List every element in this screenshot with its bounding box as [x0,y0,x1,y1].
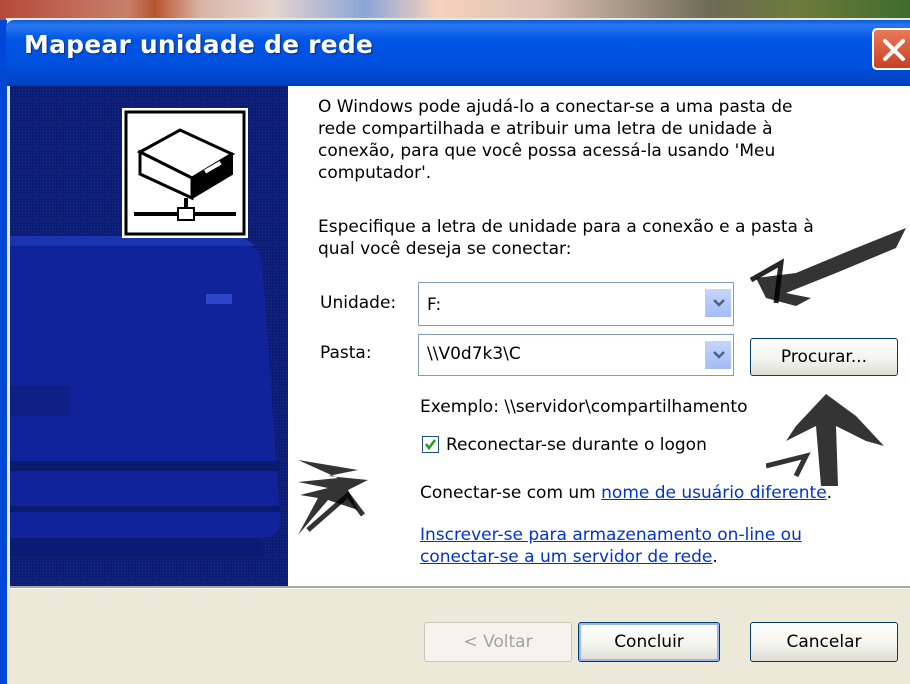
scribble-arrow-bottom-right [766,394,884,486]
footer-separator [10,586,910,589]
folder-label: Pasta: [320,343,372,363]
example-text: Exemplo: \\servidor\compartilhamento [420,397,748,417]
online-storage-block: Inscrever-se para armazenamento on-line … [420,524,802,568]
online-storage-link-line-1[interactable]: Inscrever-se para armazenamento on-line … [420,524,802,546]
scribble-arrow-top-right [749,228,906,306]
network-drive-icon [122,108,248,238]
back-button[interactable]: < Voltar [424,622,572,662]
drive-dropdown-button[interactable] [705,289,731,317]
finish-button[interactable]: Concluir [578,622,720,662]
intro-line-4: computador'. [318,163,432,183]
folder-combobox[interactable]: \\V0d7k3\C [418,334,734,376]
intro-text: O Windows pode ajudá-lo a conectar-se a … [318,96,792,184]
intro-line-1: O Windows pode ajudá-lo a conectar-se a … [318,97,793,117]
chevron-down-icon [713,351,725,359]
reconnect-checkbox[interactable] [422,436,439,453]
chevron-down-icon [713,299,725,307]
different-user-prefix: Conectar-se com um [420,483,602,503]
drive-label: Unidade: [320,293,397,313]
cancel-button[interactable]: Cancelar [750,622,898,662]
intro-line-3: conexão, para que você possa acessá-la u… [318,141,776,161]
online-storage-link-line-2[interactable]: conectar-se a um servidor de rede [420,547,712,567]
folder-combobox-value: \\V0d7k3\C [427,344,521,364]
check-icon [424,439,437,451]
online-storage-suffix: . [712,547,718,567]
drive-select[interactable]: F: [418,282,734,326]
reconnect-label[interactable]: Reconectar-se durante o logon [446,434,707,456]
close-icon [883,39,905,61]
drive-icon-graphic [124,110,246,236]
folder-dropdown-button[interactable] [705,341,731,369]
close-button[interactable] [872,28,910,70]
intro-line-2: rede compartilhada e atribuir uma letra … [318,119,773,139]
window-frame-left [0,20,7,684]
scribble-arrow-left [298,460,368,535]
browse-button[interactable]: Procurar... [750,338,898,376]
window-title: Mapear unidade de rede [24,30,374,59]
drive-select-value: F: [427,295,442,315]
